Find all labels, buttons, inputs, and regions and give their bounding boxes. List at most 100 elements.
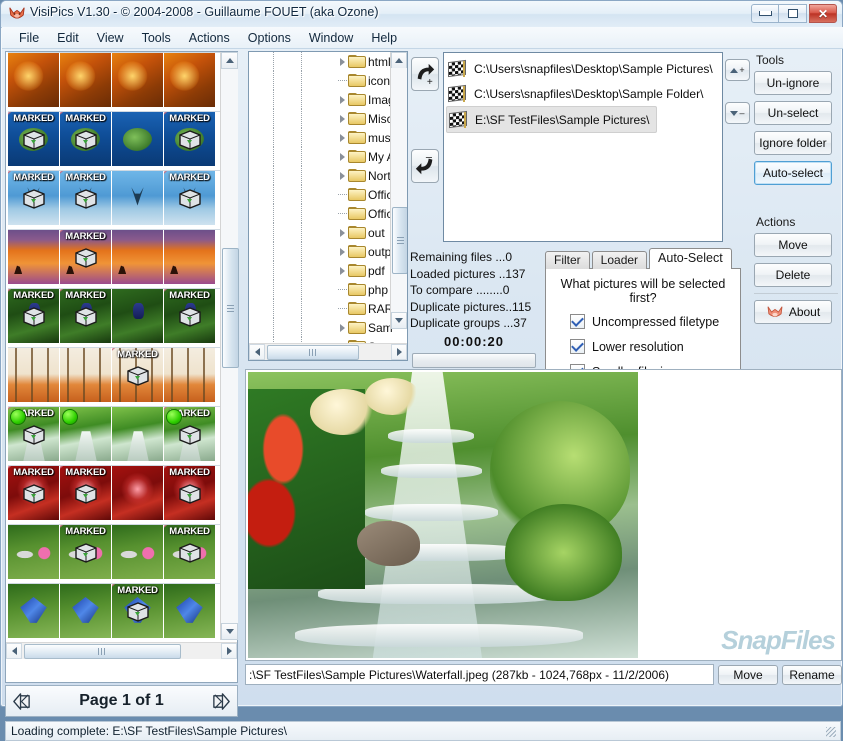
tree-item[interactable]: php scrip [249,280,392,299]
close-button[interactable]: ✕ [809,4,837,23]
tree-item[interactable]: Office Fi [249,204,392,223]
thumbnail-cell[interactable] [8,230,59,284]
directory-row[interactable]: C:\Users\snapfiles\Desktop\Sample Pictur… [446,56,722,81]
option-uncompressed-filetype[interactable]: Uncompressed filetype [570,314,730,329]
preview-image[interactable] [248,372,638,658]
tree-item[interactable]: music [249,128,392,147]
directory-row[interactable]: C:\Users\snapfiles\Desktop\Sample Folder… [446,81,722,106]
tree-item[interactable]: Northwin [249,166,392,185]
checkbox-icon[interactable] [570,339,585,354]
tree-hscroll-left-button[interactable] [249,344,265,360]
thumbnail-cell[interactable] [8,348,59,402]
thumbnail-cell[interactable] [8,525,59,579]
tree-item[interactable]: Sample [249,318,392,337]
thumbnail-cell[interactable]: MARKED [8,112,59,166]
menu-options[interactable]: Options [239,29,300,47]
tree-vscroll-thumb[interactable] [392,207,408,274]
un-select-button[interactable]: Un-select [754,101,832,125]
vscroll-thumb[interactable] [222,248,239,368]
thumbnail-cell[interactable]: MARKED [60,466,111,520]
menu-edit[interactable]: Edit [48,29,88,47]
delete-action-button[interactable]: Delete [754,263,832,287]
thumbnail-cell[interactable] [164,348,215,402]
expander-icon[interactable] [337,248,348,256]
expander-icon[interactable] [337,115,348,123]
thumbnail-cell[interactable] [8,53,59,107]
expander-icon[interactable] [337,153,348,161]
menu-window[interactable]: Window [300,29,362,47]
tab-auto-select[interactable]: Auto-Select [649,248,732,269]
thumbnail-cell[interactable] [8,584,59,638]
menu-help[interactable]: Help [362,29,406,47]
tree-item[interactable]: Office Fi [249,185,392,204]
thumbnail-cell[interactable] [164,230,215,284]
expander-icon[interactable] [337,267,348,275]
thumbnail-cell[interactable] [112,112,163,166]
thumbnail-cell[interactable]: MARKED [164,112,215,166]
tree-hscrollbar[interactable] [249,343,407,360]
menu-file[interactable]: File [10,29,48,47]
thumbnail-cell[interactable] [112,53,163,107]
thumbnail-cell[interactable]: MARKED [112,348,163,402]
thumbnail-cell[interactable]: MARKED [8,466,59,520]
thumbnail-hscrollbar[interactable] [6,642,237,659]
tab-loader[interactable]: Loader [592,251,647,269]
tree-item[interactable]: out [249,223,392,242]
resize-grip-icon[interactable] [826,727,836,737]
thumbnail-cell[interactable]: MARKED [164,289,215,343]
thumbnail-cell[interactable] [164,584,215,638]
maximize-button[interactable] [779,4,807,23]
thumbnail-grid[interactable]: MARKEDMARKEDMARKEDMARKEDMARKEDMARKEDMARK… [6,52,222,640]
move-file-button[interactable]: Move [718,665,778,685]
hscroll-right-button[interactable] [221,643,237,659]
thumbnail-cell[interactable] [60,584,111,638]
thumbnail-cell[interactable]: MARKED [60,230,111,284]
thumbnail-cell[interactable] [112,407,163,461]
thumbnail-vscrollbar[interactable] [220,52,238,640]
thumbnail-cell[interactable] [112,171,163,225]
expander-icon[interactable] [337,324,348,332]
thumbnail-cell[interactable] [112,525,163,579]
menu-view[interactable]: View [88,29,133,47]
tree-item[interactable]: My Audi [249,147,392,166]
hscroll-thumb[interactable] [24,644,181,659]
remove-folder-button[interactable]: – [411,149,439,183]
thumbnail-cell[interactable] [60,53,111,107]
tree-item[interactable]: Images [249,90,392,109]
move-down-button[interactable]: – [725,102,750,124]
option-lower-resolution[interactable]: Lower resolution [570,339,730,354]
tree-item[interactable]: pdf [249,261,392,280]
rename-file-button[interactable]: Rename [782,665,842,685]
directory-row[interactable]: E:\SF TestFiles\Sample Pictures\ [446,106,657,133]
auto-select-button[interactable]: Auto-select [754,161,832,185]
tree-item[interactable]: Misc [249,109,392,128]
tree-item[interactable]: icons [249,71,392,90]
thumbnail-cell[interactable] [60,348,111,402]
thumbnail-cell[interactable] [112,289,163,343]
minimize-button[interactable] [751,4,779,23]
move-up-button[interactable]: + [725,59,750,81]
scroll-up-button[interactable] [221,52,238,69]
tree-scroll-up-button[interactable] [391,52,407,69]
tree-scroll-down-button[interactable] [391,312,407,329]
thumbnail-cell[interactable]: MARKED [60,171,111,225]
ignore-folder-button[interactable]: Ignore folder [754,131,832,155]
tree-item[interactable]: output [249,242,392,261]
thumbnail-cell[interactable]: MARKED [164,525,215,579]
thumbnail-cell[interactable]: MARKED [8,289,59,343]
thumbnail-cell[interactable]: MARKED [60,112,111,166]
expander-icon[interactable] [337,134,348,142]
tab-filter[interactable]: Filter [545,251,590,269]
expander-icon[interactable] [337,229,348,237]
expander-icon[interactable] [337,172,348,180]
menu-tools[interactable]: Tools [133,29,180,47]
thumbnail-cell[interactable]: MARKED [164,171,215,225]
add-folder-button[interactable]: + [411,57,439,91]
scroll-down-button[interactable] [221,623,238,640]
thumbnail-cell[interactable]: MARKED [60,289,111,343]
hscroll-left-button[interactable] [6,643,22,659]
about-button[interactable]: About [754,300,832,324]
tree-hscroll-thumb[interactable] [267,345,359,360]
expander-icon[interactable] [337,58,348,66]
menu-actions[interactable]: Actions [180,29,239,47]
